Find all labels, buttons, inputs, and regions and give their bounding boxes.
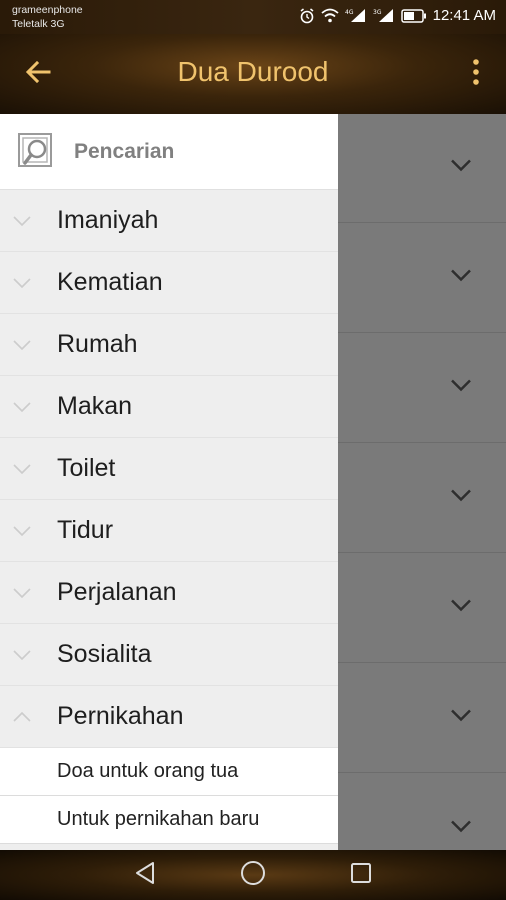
category-item-pernikahan[interactable]: Pernikahan [0,686,338,748]
carrier-info: grameenphone Teletalk 3G [12,3,83,31]
chevron-down-icon [12,401,32,412]
circle-home-icon [240,860,266,891]
chevron-down-icon [12,525,32,536]
navigation-drawer: Pencarian Imaniyah Kematian Rumah Makan … [0,114,338,850]
category-item-tidur[interactable]: Tidur [0,500,338,562]
search-label: Pencarian [74,139,175,163]
svg-text:3G: 3G [373,9,382,16]
category-label: Sosialita [57,640,152,668]
subitem-untuk-pernikahan-baru[interactable]: Untuk pernikahan baru [0,796,338,844]
category-label: Kematian [57,268,163,296]
status-bar: grameenphone Teletalk 3G 4G 3G 12:41 AM [0,0,506,34]
list-item[interactable] [338,554,506,663]
category-label: Makan [57,392,133,420]
chevron-down-icon [12,587,32,598]
more-vert-icon [472,58,480,91]
category-label: Pernikahan [57,702,184,730]
chevron-down-icon [450,709,472,728]
svg-text:4G: 4G [345,9,354,16]
chevron-down-icon [12,649,32,660]
list-item[interactable] [338,114,506,223]
category-label: Toilet [57,454,116,482]
category-label: Perjalanan [57,578,177,606]
chevron-down-icon [450,599,472,618]
battery-icon [400,8,427,23]
list-item[interactable] [338,224,506,333]
subitem-label: Doa untuk orang tua [57,760,239,782]
square-recents-icon [350,862,372,889]
wifi-icon [321,8,339,23]
status-time: 12:41 AM [432,7,496,24]
category-item-kematian[interactable]: Kematian [0,252,338,314]
triangle-back-icon [134,861,156,890]
nav-home-button[interactable] [238,860,268,890]
chevron-down-icon [12,215,32,226]
alarm-icon [299,7,315,24]
list-item[interactable] [338,664,506,773]
chevron-down-icon [12,277,32,288]
nav-back-button[interactable] [130,860,160,890]
category-item-sosialita[interactable]: Sosialita [0,624,338,686]
subitem-doa-untuk-orang-tua[interactable]: Doa untuk orang tua [0,748,338,796]
chevron-down-icon [450,269,472,288]
chevron-down-icon [450,379,472,398]
chevron-down-icon [450,489,472,508]
carrier-secondary: Teletalk 3G [12,18,65,30]
list-item[interactable] [338,444,506,553]
carrier-primary: grameenphone [12,4,83,16]
chevron-down-icon [450,159,472,178]
app-title: Dua Durood [177,56,329,87]
app-bar: Dua Durood [0,34,506,114]
chevron-down-icon [12,463,32,474]
chevron-down-icon [450,819,472,838]
system-nav-bar [0,850,506,900]
signal-3g-icon: 3G [373,8,395,23]
search-icon [16,131,58,173]
nav-recents-button[interactable] [346,860,376,890]
category-item-perjalanan[interactable]: Perjalanan [0,562,338,624]
category-label: Imaniyah [57,206,159,234]
search-item[interactable]: Pencarian [0,114,338,190]
chevron-up-icon [12,711,32,722]
overflow-menu-button[interactable] [464,56,488,92]
category-label: Tidur [57,516,114,544]
category-item-imaniyah[interactable]: Imaniyah [0,190,338,252]
list-item[interactable] [338,334,506,443]
category-item-rumah[interactable]: Rumah [0,314,338,376]
status-icons: 4G 3G 12:41 AM [299,7,496,24]
category-item-toilet[interactable]: Toilet [0,438,338,500]
category-label: Rumah [57,330,138,358]
category-item-makan[interactable]: Makan [0,376,338,438]
signal-4g-icon: 4G [345,8,367,23]
subitem-label: Untuk pernikahan baru [57,808,260,830]
chevron-down-icon [12,339,32,350]
